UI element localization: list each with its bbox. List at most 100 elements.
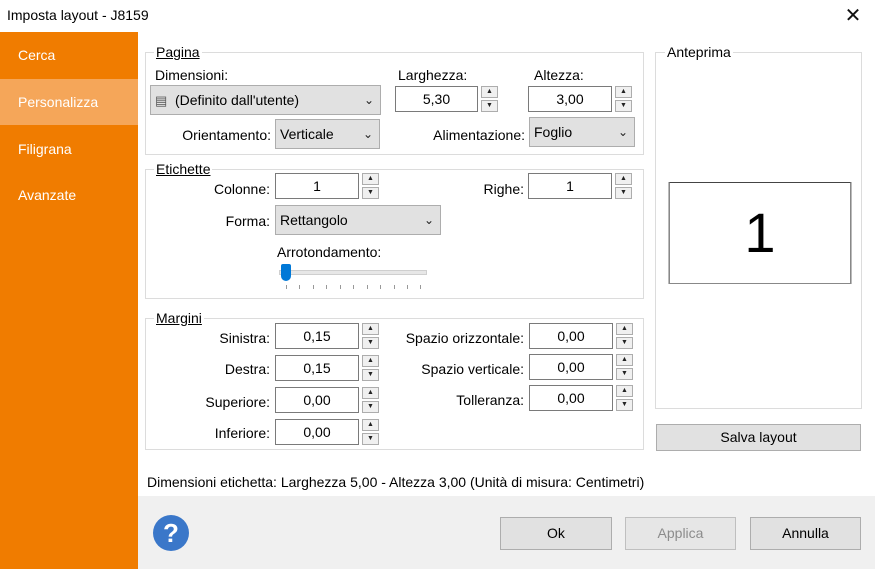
forma-label: Forma: bbox=[225, 213, 270, 229]
applica-button[interactable]: Applica bbox=[625, 517, 736, 550]
sinistra-input[interactable]: 0,15 bbox=[275, 323, 359, 349]
chevron-down-icon: ⌄ bbox=[617, 125, 628, 139]
destra-label: Destra: bbox=[224, 361, 270, 377]
spin-up-icon[interactable]: ▲ bbox=[615, 86, 632, 98]
orientamento-label: Orientamento: bbox=[182, 127, 271, 143]
spazio-verticale-label: Spazio verticale: bbox=[421, 361, 524, 377]
forma-value: Rettangolo bbox=[280, 212, 348, 228]
spin-up-icon[interactable]: ▲ bbox=[616, 354, 633, 366]
annulla-button[interactable]: Annulla bbox=[750, 517, 861, 550]
spazio-orizzontale-input[interactable]: 0,00 bbox=[529, 323, 613, 349]
spin-up-icon[interactable]: ▲ bbox=[362, 323, 379, 335]
spin-up-icon[interactable]: ▲ bbox=[481, 86, 498, 98]
spin-down-icon[interactable]: ▼ bbox=[616, 368, 633, 380]
sinistra-label: Sinistra: bbox=[219, 330, 270, 346]
superiore-label: Superiore: bbox=[205, 394, 270, 410]
tolleranza-input[interactable]: 0,00 bbox=[529, 385, 613, 411]
button-bar: ? Ok Applica Annulla bbox=[138, 496, 875, 569]
altezza-spinner[interactable]: ▲ ▼ bbox=[615, 86, 632, 112]
inferiore-label: Inferiore: bbox=[214, 425, 270, 441]
spin-down-icon[interactable]: ▼ bbox=[615, 187, 632, 199]
spazio-verticale-spinner[interactable]: ▲ ▼ bbox=[616, 354, 633, 380]
sidebar: Cerca Personalizza Filigrana Avanzate bbox=[0, 32, 138, 569]
sidebar-item-avanzate[interactable]: Avanzate bbox=[0, 172, 138, 218]
alimentazione-label: Alimentazione: bbox=[433, 127, 525, 143]
larghezza-spinner[interactable]: ▲ ▼ bbox=[481, 86, 498, 112]
slider-tick bbox=[313, 285, 314, 289]
inferiore-spinner[interactable]: ▲ ▼ bbox=[362, 419, 379, 445]
salva-layout-button[interactable]: Salva layout bbox=[656, 424, 861, 451]
close-icon[interactable]: ✕ bbox=[838, 0, 868, 32]
slider-tick bbox=[407, 285, 408, 289]
slider-tick bbox=[326, 285, 327, 289]
forma-select[interactable]: Rettangolo ⌄ bbox=[275, 205, 441, 235]
chevron-down-icon: ⌄ bbox=[363, 93, 374, 107]
sidebar-item-personalizza[interactable]: Personalizza bbox=[0, 79, 138, 125]
destra-spinner[interactable]: ▲ ▼ bbox=[362, 355, 379, 381]
altezza-input[interactable]: 3,00 bbox=[528, 86, 612, 112]
spin-down-icon[interactable]: ▼ bbox=[362, 401, 379, 413]
anteprima-legend: Anteprima bbox=[665, 44, 733, 60]
spin-down-icon[interactable]: ▼ bbox=[615, 100, 632, 112]
slider-tick bbox=[394, 285, 395, 289]
spin-down-icon[interactable]: ▼ bbox=[362, 369, 379, 381]
superiore-spinner[interactable]: ▲ ▼ bbox=[362, 387, 379, 413]
spin-up-icon[interactable]: ▲ bbox=[362, 355, 379, 367]
user-defined-icon: ▤ bbox=[155, 93, 168, 108]
destra-input[interactable]: 0,15 bbox=[275, 355, 359, 381]
colonne-spinner[interactable]: ▲ ▼ bbox=[362, 173, 379, 199]
alimentazione-select[interactable]: Foglio ⌄ bbox=[529, 117, 635, 147]
slider-tick bbox=[380, 285, 381, 289]
help-icon[interactable]: ? bbox=[153, 515, 189, 551]
arrotondamento-slider-track[interactable] bbox=[279, 270, 427, 275]
spazio-orizzontale-label: Spazio orizzontale: bbox=[405, 330, 524, 346]
orientamento-select[interactable]: Verticale ⌄ bbox=[275, 119, 380, 149]
arrotondamento-slider-thumb[interactable] bbox=[281, 264, 291, 281]
spin-down-icon[interactable]: ▼ bbox=[362, 337, 379, 349]
content-area: Pagina Dimensioni: ▤ (Definito dall'utent… bbox=[138, 32, 875, 496]
arrotondamento-label: Arrotondamento: bbox=[277, 244, 382, 260]
spin-up-icon[interactable]: ▲ bbox=[616, 323, 633, 335]
larghezza-input[interactable]: 5,30 bbox=[395, 86, 478, 112]
spin-up-icon[interactable]: ▲ bbox=[362, 387, 379, 399]
dimensioni-label: Dimensioni: bbox=[155, 67, 229, 83]
dimensioni-value: (Definito dall'utente) bbox=[175, 92, 300, 108]
anteprima-label-preview: 1 bbox=[669, 182, 851, 284]
sidebar-item-filigrana[interactable]: Filigrana bbox=[0, 126, 138, 172]
slider-tick bbox=[367, 285, 368, 289]
dimensioni-select[interactable]: ▤ (Definito dall'utente) ⌄ bbox=[150, 85, 381, 115]
spin-up-icon[interactable]: ▲ bbox=[615, 173, 632, 185]
sinistra-spinner[interactable]: ▲ ▼ bbox=[362, 323, 379, 349]
spin-up-icon[interactable]: ▲ bbox=[362, 419, 379, 431]
superiore-input[interactable]: 0,00 bbox=[275, 387, 359, 413]
slider-tick bbox=[340, 285, 341, 289]
spin-up-icon[interactable]: ▲ bbox=[616, 385, 633, 397]
inferiore-input[interactable]: 0,00 bbox=[275, 419, 359, 445]
etichette-legend: Etichette bbox=[154, 161, 213, 177]
margini-legend: Margini bbox=[154, 310, 204, 326]
tolleranza-label: Tolleranza: bbox=[456, 392, 524, 408]
title-bar: Imposta layout - J8159 ✕ bbox=[0, 0, 875, 32]
spin-down-icon[interactable]: ▼ bbox=[616, 399, 633, 411]
pagina-legend: Pagina bbox=[154, 44, 202, 60]
colonne-input[interactable]: 1 bbox=[275, 173, 359, 199]
spin-down-icon[interactable]: ▼ bbox=[616, 337, 633, 349]
chevron-down-icon: ⌄ bbox=[423, 213, 434, 227]
anteprima-label-number: 1 bbox=[744, 201, 776, 264]
colonne-label: Colonne: bbox=[213, 181, 270, 197]
righe-input[interactable]: 1 bbox=[528, 173, 612, 199]
righe-spinner[interactable]: ▲ ▼ bbox=[615, 173, 632, 199]
chevron-down-icon: ⌄ bbox=[362, 127, 373, 141]
slider-tick bbox=[286, 285, 287, 289]
ok-button[interactable]: Ok bbox=[500, 517, 612, 550]
spazio-verticale-input[interactable]: 0,00 bbox=[529, 354, 613, 380]
sidebar-item-cerca[interactable]: Cerca bbox=[0, 32, 138, 78]
spin-down-icon[interactable]: ▼ bbox=[362, 187, 379, 199]
spazio-orizzontale-spinner[interactable]: ▲ ▼ bbox=[616, 323, 633, 349]
spin-down-icon[interactable]: ▼ bbox=[481, 100, 498, 112]
alimentazione-value: Foglio bbox=[534, 124, 573, 140]
spin-up-icon[interactable]: ▲ bbox=[362, 173, 379, 185]
spin-down-icon[interactable]: ▼ bbox=[362, 433, 379, 445]
tolleranza-spinner[interactable]: ▲ ▼ bbox=[616, 385, 633, 411]
righe-label: Righe: bbox=[483, 181, 524, 197]
